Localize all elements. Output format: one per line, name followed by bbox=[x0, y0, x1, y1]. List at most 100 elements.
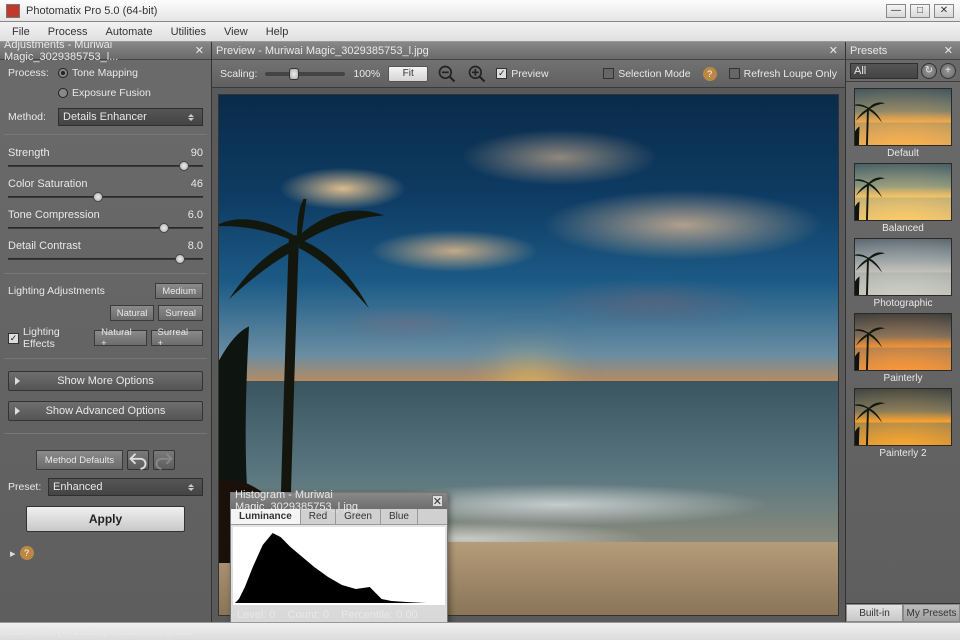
presets-title: Presets bbox=[850, 45, 887, 57]
selection-help-icon[interactable]: ? bbox=[703, 67, 717, 81]
menu-help[interactable]: Help bbox=[258, 24, 297, 40]
histogram-close-icon[interactable]: ✕ bbox=[432, 495, 443, 507]
preset-thumbnail bbox=[854, 163, 952, 221]
lighting-effects-checkbox[interactable]: ✓ bbox=[8, 333, 19, 344]
histogram-panel[interactable]: Histogram - Muriwai Magic_3029385753_l.j… bbox=[230, 492, 448, 624]
lighting-natural-plus-button[interactable]: Natural + bbox=[94, 330, 146, 346]
zoom-out-button[interactable] bbox=[436, 63, 458, 85]
preview-toolbar: Scaling: 100% Fit ✓ Preview Selection Mod… bbox=[212, 60, 845, 88]
adjustments-panel: Adjustments - Muriwai Magic_3029385753_l… bbox=[0, 42, 212, 622]
detail-contrast-label: Detail Contrast bbox=[8, 240, 81, 252]
menu-view[interactable]: View bbox=[216, 24, 256, 40]
expand-icon[interactable]: ▸ bbox=[10, 547, 16, 560]
refresh-loupe-checkbox[interactable] bbox=[729, 68, 740, 79]
fit-button[interactable]: Fit bbox=[388, 66, 428, 82]
lighting-surreal-plus-button[interactable]: Surreal + bbox=[151, 330, 203, 346]
selection-mode-label: Selection Mode bbox=[618, 68, 690, 80]
menu-utilities[interactable]: Utilities bbox=[163, 24, 214, 40]
preset-refresh-button[interactable]: ↻ bbox=[921, 63, 937, 79]
preset-thumbnail bbox=[854, 388, 952, 446]
redo-button[interactable] bbox=[153, 450, 175, 470]
undo-button[interactable] bbox=[127, 450, 149, 470]
detail-contrast-value: 8.0 bbox=[188, 240, 203, 252]
preset-item[interactable]: Photographic bbox=[852, 238, 954, 309]
histogram-tab-red[interactable]: Red bbox=[301, 509, 336, 524]
selection-mode-checkbox[interactable] bbox=[603, 68, 614, 79]
method-defaults-button[interactable]: Method Defaults bbox=[36, 450, 123, 470]
preset-label: Painterly bbox=[884, 373, 923, 384]
preset-thumbnail bbox=[854, 88, 952, 146]
status-text: 1024x683 (771x536) 3 channels 8 bits bbox=[6, 626, 193, 638]
apply-button[interactable]: Apply bbox=[26, 506, 185, 532]
preset-item[interactable]: Default bbox=[852, 88, 954, 159]
process-label: Process: bbox=[8, 67, 58, 79]
preset-label: Photographic bbox=[874, 298, 933, 309]
method-select[interactable]: Details Enhancer bbox=[58, 108, 203, 126]
preview-checkbox[interactable]: ✓ bbox=[496, 68, 507, 79]
histogram-stats: Level: 0 Count: 0 Percentile: 0.00 bbox=[231, 607, 447, 623]
preset-item[interactable]: Painterly 2 bbox=[852, 388, 954, 459]
menu-file[interactable]: File bbox=[4, 24, 38, 40]
preset-label: Balanced bbox=[882, 223, 924, 234]
preview-header: Preview - Muriwai Magic_3029385753_l.jpg… bbox=[212, 42, 845, 60]
presets-header: Presets ✕ bbox=[846, 42, 960, 60]
histogram-plot bbox=[233, 527, 445, 605]
preview-check-label: Preview bbox=[511, 68, 548, 80]
preset-add-button[interactable]: + bbox=[940, 63, 956, 79]
zoom-in-button[interactable] bbox=[466, 63, 488, 85]
presets-panel: Presets ✕ All ↻ + Default Balanced Photogr… bbox=[846, 42, 960, 622]
presets-close-icon[interactable]: ✕ bbox=[941, 44, 956, 57]
process-exposure-fusion-radio[interactable] bbox=[58, 88, 68, 98]
process-tone-mapping-radio[interactable] bbox=[58, 68, 68, 78]
chevron-updown-icon bbox=[188, 482, 198, 492]
strength-slider-row: Strength90 bbox=[8, 147, 203, 172]
process-tone-mapping-label: Tone Mapping bbox=[72, 67, 138, 79]
tone-compression-slider-row: Tone Compression 6.0 bbox=[8, 209, 203, 234]
show-more-options-button[interactable]: Show More Options bbox=[8, 371, 203, 391]
detail-contrast-slider[interactable] bbox=[8, 253, 203, 265]
preset-item[interactable]: Painterly bbox=[852, 313, 954, 384]
presets-tab-builtin[interactable]: Built-in bbox=[846, 604, 903, 622]
scaling-value: 100% bbox=[353, 68, 380, 80]
histogram-tab-green[interactable]: Green bbox=[336, 509, 381, 524]
chevron-right-icon bbox=[15, 407, 20, 415]
histogram-tab-blue[interactable]: Blue bbox=[381, 509, 418, 524]
tone-compression-slider[interactable] bbox=[8, 222, 203, 234]
lighting-medium-button[interactable]: Medium bbox=[155, 283, 203, 299]
preset-filter-select[interactable]: All bbox=[850, 63, 918, 79]
preview-title: Preview - Muriwai Magic_3029385753_l.jpg bbox=[216, 45, 429, 57]
minimize-button[interactable]: — bbox=[886, 4, 906, 18]
color-saturation-slider[interactable] bbox=[8, 191, 203, 203]
histogram-tab-luminance[interactable]: Luminance bbox=[231, 509, 301, 524]
histogram-header[interactable]: Histogram - Muriwai Magic_3029385753_l.j… bbox=[231, 493, 447, 509]
preset-value: Enhanced bbox=[53, 481, 103, 493]
menu-process[interactable]: Process bbox=[40, 24, 96, 40]
preset-item[interactable]: Balanced bbox=[852, 163, 954, 234]
strength-slider[interactable] bbox=[8, 160, 203, 172]
preset-list: Default Balanced Photographic Painterly Pain… bbox=[846, 82, 960, 603]
preview-close-icon[interactable]: ✕ bbox=[826, 44, 841, 57]
chevron-right-icon bbox=[15, 377, 20, 385]
maximize-button[interactable]: □ bbox=[910, 4, 930, 18]
window-titlebar: Photomatix Pro 5.0 (64-bit) — □ ✕ bbox=[0, 0, 960, 22]
show-advanced-options-button[interactable]: Show Advanced Options bbox=[8, 401, 203, 421]
help-icon[interactable]: ? bbox=[20, 546, 34, 560]
preset-thumbnail bbox=[854, 313, 952, 371]
tone-compression-label: Tone Compression bbox=[8, 209, 100, 221]
lighting-surreal-button[interactable]: Surreal bbox=[158, 305, 203, 321]
scaling-slider[interactable] bbox=[265, 72, 345, 76]
lighting-adjustments-label: Lighting Adjustments bbox=[8, 285, 105, 297]
method-value: Details Enhancer bbox=[63, 111, 147, 123]
color-saturation-value: 46 bbox=[191, 178, 203, 190]
menu-automate[interactable]: Automate bbox=[97, 24, 160, 40]
adjustments-title: Adjustments - Muriwai Magic_3029385753_l… bbox=[4, 39, 192, 63]
presets-tab-my[interactable]: My Presets bbox=[903, 604, 960, 622]
lighting-natural-button[interactable]: Natural bbox=[110, 305, 155, 321]
tone-compression-value: 6.0 bbox=[188, 209, 203, 221]
method-label: Method: bbox=[8, 111, 58, 123]
preset-select[interactable]: Enhanced bbox=[48, 478, 203, 496]
adjustments-close-icon[interactable]: ✕ bbox=[192, 44, 207, 57]
close-button[interactable]: ✕ bbox=[934, 4, 954, 18]
scaling-label: Scaling: bbox=[220, 68, 257, 80]
status-bar: 1024x683 (771x536) 3 channels 8 bits bbox=[0, 622, 960, 640]
